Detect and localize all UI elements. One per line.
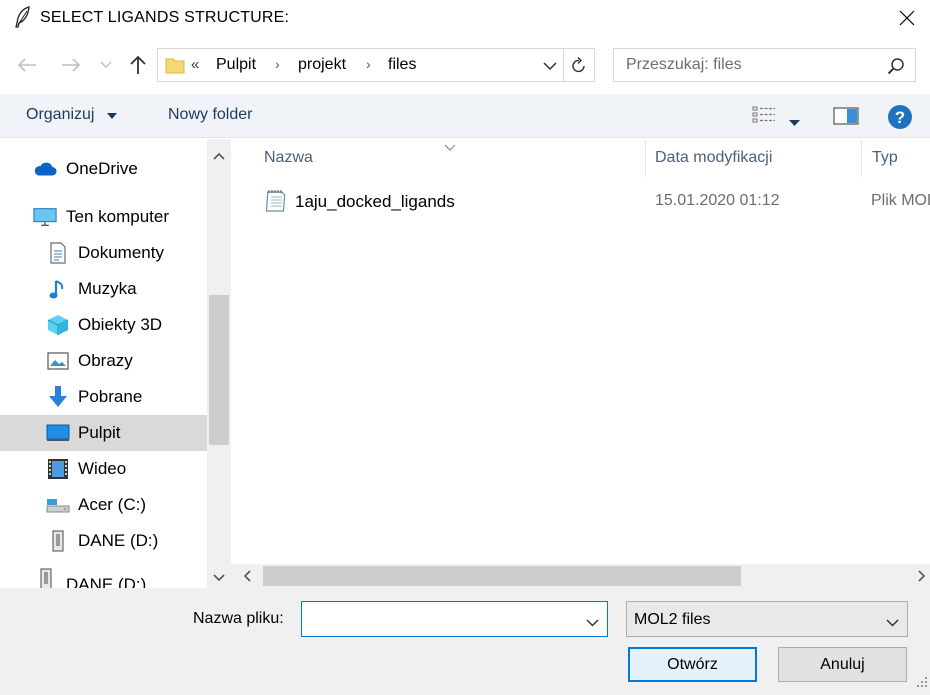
feather-icon — [14, 6, 32, 28]
refresh-button[interactable] — [564, 48, 595, 82]
back-button[interactable] — [14, 52, 40, 78]
scroll-right-icon[interactable] — [918, 569, 926, 587]
cloud-icon — [33, 157, 57, 181]
nav-item-drive-d[interactable]: DANE (D:) — [0, 523, 207, 559]
navigation-pane: OneDrive Ten komputer Dokumenty Muzyka O… — [0, 139, 231, 590]
file-row[interactable]: 1aju_docked_ligands 15.01.2020 01:12 Pli… — [259, 187, 930, 217]
desktop-icon — [46, 421, 70, 445]
file-type: Plik MOL2 — [871, 192, 930, 209]
computer-icon — [33, 205, 57, 229]
cancel-button[interactable]: Anuluj — [778, 647, 907, 682]
filetype-value: MOL2 files — [634, 611, 711, 628]
breadcrumb-separator-icon[interactable]: › — [275, 56, 280, 72]
arrow-right-icon — [62, 58, 81, 72]
nav-scrollbar-thumb[interactable] — [209, 295, 229, 445]
video-icon — [46, 457, 70, 481]
address-bar[interactable]: « Pulpit › projekt › files — [157, 48, 564, 82]
text-file-icon — [265, 189, 287, 218]
dialog-footer: Nazwa pliku: MOL2 files Otwórz Anuluj — [0, 588, 930, 695]
address-bar-row: « Pulpit › projekt › files — [0, 36, 930, 94]
folder-icon — [165, 55, 185, 80]
scroll-up-icon[interactable] — [213, 147, 225, 165]
resize-grip-icon[interactable] — [916, 675, 928, 693]
nav-item-drive-c[interactable]: Acer (C:) — [0, 487, 207, 523]
breadcrumb-files[interactable]: files — [388, 56, 416, 74]
download-icon — [46, 385, 70, 409]
column-divider[interactable] — [645, 141, 646, 177]
column-header-date[interactable]: Data modyfikacji — [655, 149, 772, 167]
cube-icon — [46, 313, 70, 337]
title-bar: SELECT LIGANDS STRUCTURE: — [0, 0, 930, 36]
new-folder-button[interactable]: Nowy folder — [168, 106, 252, 124]
file-list: Nazwa Data modyfikacji Typ 1aju_docked_l… — [231, 139, 930, 564]
recent-locations-button[interactable] — [98, 52, 114, 78]
nav-item-this-pc[interactable]: Ten komputer — [0, 199, 207, 235]
nav-item-documents[interactable]: Dokumenty — [0, 235, 207, 271]
file-name[interactable]: 1aju_docked_ligands — [295, 192, 455, 212]
arrow-left-icon — [17, 58, 36, 72]
column-header-name[interactable]: Nazwa — [264, 149, 313, 167]
file-list-hscrollbar[interactable] — [231, 564, 930, 588]
filename-combobox[interactable] — [301, 601, 608, 637]
scroll-down-icon[interactable] — [213, 569, 225, 587]
document-icon — [46, 241, 70, 265]
breadcrumb-pulpit[interactable]: Pulpit — [216, 56, 256, 74]
search-box[interactable] — [613, 48, 916, 82]
svg-text:?: ? — [895, 108, 905, 127]
arrow-up-icon — [130, 55, 146, 74]
image-icon — [46, 349, 70, 373]
breadcrumb-overflow[interactable]: « — [191, 56, 199, 73]
window-title: SELECT LIGANDS STRUCTURE: — [40, 9, 290, 26]
view-dropdown-icon[interactable] — [789, 113, 800, 131]
caret-down-icon — [106, 106, 117, 124]
filename-label: Nazwa pliku: — [193, 610, 284, 627]
filename-input[interactable] — [302, 602, 572, 636]
filetype-select[interactable]: MOL2 files — [626, 601, 908, 637]
hscrollbar-thumb[interactable] — [263, 566, 741, 586]
help-icon[interactable]: ? — [887, 104, 913, 135]
scroll-left-icon[interactable] — [243, 569, 251, 587]
chevron-down-icon[interactable] — [586, 614, 599, 632]
nav-item-music[interactable]: Muzyka — [0, 271, 207, 307]
nav-item-3d-objects[interactable]: Obiekty 3D — [0, 307, 207, 343]
chevron-down-icon — [886, 614, 899, 632]
search-icon[interactable] — [887, 57, 905, 80]
search-input[interactable] — [614, 49, 884, 81]
up-button[interactable] — [126, 52, 150, 78]
breadcrumb-projekt[interactable]: projekt — [298, 56, 346, 74]
organize-label: Organizuj — [26, 106, 95, 124]
drive-icon — [46, 493, 70, 517]
close-button[interactable] — [884, 0, 930, 36]
chevron-down-icon[interactable] — [543, 58, 557, 76]
refresh-icon — [572, 57, 585, 73]
command-toolbar: Organizuj Nowy folder ? — [0, 94, 930, 138]
drive-icon — [46, 529, 70, 553]
column-divider[interactable] — [861, 141, 862, 177]
nav-item-videos[interactable]: Wideo — [0, 451, 207, 487]
nav-item-pictures[interactable]: Obrazy — [0, 343, 207, 379]
nav-item-desktop[interactable]: Pulpit — [0, 415, 207, 451]
nav-item-drive-d-2[interactable]: DANE (D:) — [0, 565, 207, 590]
view-options-icon[interactable] — [752, 106, 776, 129]
nav-item-onedrive[interactable]: OneDrive — [0, 151, 207, 187]
breadcrumb-separator-icon[interactable]: › — [366, 56, 371, 72]
nav-item-downloads[interactable]: Pobrane — [0, 379, 207, 415]
file-date: 15.01.2020 01:12 — [655, 192, 780, 209]
music-icon — [46, 277, 70, 301]
forward-button[interactable] — [58, 52, 84, 78]
close-icon — [899, 10, 915, 26]
column-header-type[interactable]: Typ — [872, 149, 898, 167]
preview-pane-icon[interactable] — [833, 107, 859, 130]
nav-scrollbar[interactable] — [207, 139, 231, 590]
drive-icon — [34, 567, 58, 590]
open-button[interactable]: Otwórz — [628, 647, 757, 682]
organize-menu[interactable]: Organizuj — [26, 106, 117, 124]
sort-indicator-icon — [444, 139, 456, 157]
chevron-down-icon — [100, 61, 112, 68]
